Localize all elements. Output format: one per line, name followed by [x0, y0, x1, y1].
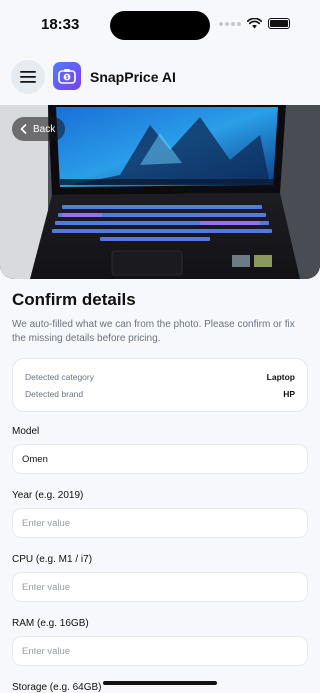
cpu-input[interactable] [12, 572, 308, 602]
battery-icon [268, 18, 290, 29]
detected-brand-value: HP [283, 389, 295, 399]
model-label: Model [12, 426, 40, 437]
svg-text:$: $ [66, 75, 69, 81]
status-time: 18:33 [41, 16, 80, 33]
product-photo: Back [0, 105, 320, 279]
app-title: SnapPrice AI [90, 69, 176, 85]
detected-brand-row: Detected brand HP [25, 386, 295, 403]
page-title: Confirm details [12, 290, 136, 309]
hamburger-menu-icon [20, 71, 36, 83]
signal-icon [219, 21, 241, 26]
app-logo: $ [53, 62, 81, 90]
status-bar: 18:33 [0, 0, 320, 50]
dynamic-island [110, 11, 210, 40]
back-label: Back [33, 123, 56, 135]
detected-info-card: Detected category Laptop Detected brand … [12, 358, 308, 412]
snapprice-logo-icon: $ [58, 69, 76, 84]
detected-category-row: Detected category Laptop [25, 369, 295, 386]
chevron-left-icon [20, 124, 27, 134]
confirm-details-section: Confirm details We auto-filled what we c… [12, 290, 308, 693]
home-indicator [103, 681, 217, 685]
wifi-icon [247, 18, 262, 29]
cpu-label: CPU (e.g. M1 / i7) [12, 554, 93, 565]
detected-brand-label: Detected brand [25, 389, 84, 399]
back-button[interactable]: Back [12, 117, 66, 141]
ram-input[interactable] [12, 636, 308, 666]
detected-category-label: Detected category [25, 372, 94, 382]
detected-category-value: Laptop [266, 372, 295, 382]
model-input[interactable] [12, 444, 308, 474]
year-label: Year (e.g. 2019) [12, 490, 84, 501]
app-header: $ SnapPrice AI [0, 50, 320, 105]
year-input[interactable] [12, 508, 308, 538]
menu-button[interactable] [11, 60, 45, 94]
status-icons [219, 18, 290, 29]
page-subtitle: We auto-filled what we can from the phot… [12, 319, 295, 344]
ram-label: RAM (e.g. 16GB) [12, 618, 89, 629]
